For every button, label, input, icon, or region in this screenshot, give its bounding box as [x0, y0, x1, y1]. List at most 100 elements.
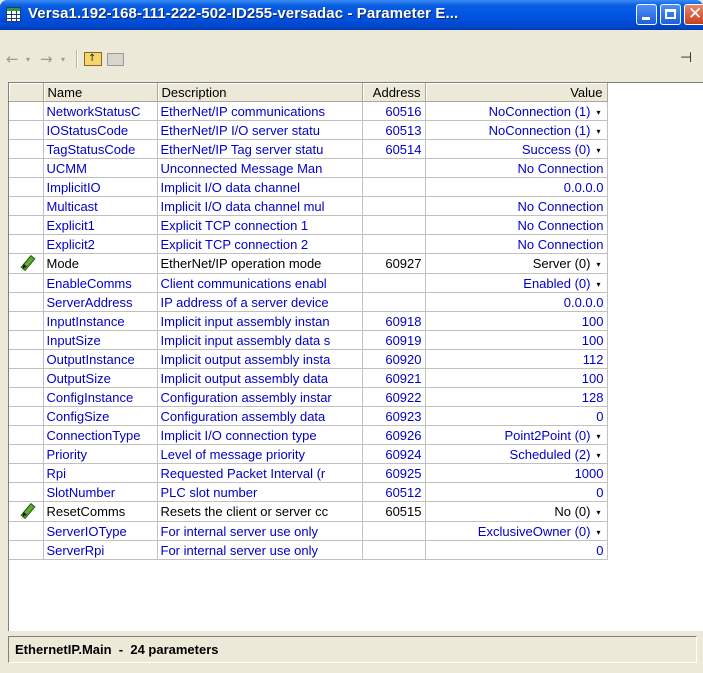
- row-value-text[interactable]: No Connection: [518, 237, 604, 252]
- row-value-text[interactable]: 0: [596, 485, 603, 500]
- row-value-text[interactable]: 0: [596, 543, 603, 558]
- row-address[interactable]: [362, 177, 426, 197]
- row-description[interactable]: Level of message priority: [157, 444, 363, 464]
- table-row[interactable]: OutputInstance Implicit output assembly i…: [9, 349, 608, 369]
- forward-arrow-icon[interactable]: →: [40, 50, 53, 68]
- row-address[interactable]: [362, 158, 426, 178]
- row-description[interactable]: Implicit output assembly insta: [157, 349, 363, 369]
- row-description[interactable]: Resets the client or server cc: [157, 501, 363, 522]
- row-description[interactable]: Explicit TCP connection 2: [157, 234, 363, 254]
- row-name[interactable]: NetworkStatusC: [43, 101, 158, 121]
- row-value[interactable]: 0.0.0.0: [425, 292, 608, 312]
- row-address[interactable]: [362, 215, 426, 235]
- table-row[interactable]: ResetComms Resets the client or server cc…: [9, 501, 608, 522]
- table-row[interactable]: NetworkStatusC EtherNet/IP communications…: [9, 101, 608, 121]
- row-value[interactable]: 0: [425, 540, 608, 560]
- row-address[interactable]: 60515: [362, 501, 426, 522]
- row-value-text[interactable]: Success (0): [522, 142, 591, 157]
- row-value[interactable]: No Connection: [425, 234, 608, 254]
- table-row[interactable]: IOStatusCode EtherNet/IP I/O server statu…: [9, 120, 608, 140]
- row-address[interactable]: 60922: [362, 387, 426, 407]
- row-name[interactable]: Priority: [43, 444, 158, 464]
- row-address[interactable]: 60516: [362, 101, 426, 121]
- row-address[interactable]: [362, 234, 426, 254]
- row-value[interactable]: Enabled (0) ▾: [425, 273, 608, 293]
- row-name[interactable]: OutputInstance: [43, 349, 158, 369]
- row-address[interactable]: [362, 540, 426, 560]
- title-bar[interactable]: Versa1.192-168-111-222-502-ID255-versada…: [0, 0, 703, 30]
- row-name[interactable]: UCMM: [43, 158, 158, 178]
- row-description[interactable]: EtherNet/IP I/O server statu: [157, 120, 363, 140]
- row-description[interactable]: For internal server use only: [157, 540, 363, 560]
- row-description[interactable]: Implicit input assembly data s: [157, 330, 363, 350]
- row-description[interactable]: IP address of a server device: [157, 292, 363, 312]
- row-address[interactable]: [362, 273, 426, 293]
- row-value[interactable]: 1000: [425, 463, 608, 483]
- table-row[interactable]: Multicast Implicit I/O data channel mul No…: [9, 196, 608, 216]
- row-address[interactable]: 60514: [362, 139, 426, 159]
- table-row[interactable]: InputInstance Implicit input assembly ins…: [9, 311, 608, 331]
- back-dropdown-icon[interactable]: ▾: [26, 55, 30, 64]
- row-address[interactable]: 60926: [362, 425, 426, 445]
- row-address[interactable]: 60513: [362, 120, 426, 140]
- chevron-down-icon[interactable]: ▾: [594, 260, 604, 269]
- row-description[interactable]: Client communications enabl: [157, 273, 363, 293]
- chevron-down-icon[interactable]: ▾: [594, 508, 604, 517]
- row-description[interactable]: Configuration assembly instar: [157, 387, 363, 407]
- chevron-down-icon[interactable]: ▾: [594, 127, 604, 136]
- row-value-text[interactable]: 100: [582, 371, 604, 386]
- row-name[interactable]: InputSize: [43, 330, 158, 350]
- row-description[interactable]: For internal server use only: [157, 521, 363, 541]
- row-value[interactable]: No (0) ▾: [425, 501, 608, 522]
- row-value-text[interactable]: No Connection: [518, 199, 604, 214]
- row-name[interactable]: Multicast: [43, 196, 158, 216]
- row-value[interactable]: 112: [425, 349, 608, 369]
- row-address[interactable]: 60927: [362, 253, 426, 274]
- row-name[interactable]: EnableComms: [43, 273, 158, 293]
- row-value[interactable]: No Connection: [425, 196, 608, 216]
- header-description[interactable]: Description: [157, 83, 363, 102]
- row-value[interactable]: 100: [425, 330, 608, 350]
- row-value-text[interactable]: Scheduled (2): [510, 447, 591, 462]
- row-name[interactable]: ConfigInstance: [43, 387, 158, 407]
- table-row[interactable]: OutputSize Implicit output assembly data 6…: [9, 368, 608, 388]
- row-description[interactable]: Implicit output assembly data: [157, 368, 363, 388]
- table-row[interactable]: ServerRpi For internal server use only 0: [9, 540, 608, 560]
- table-row[interactable]: ServerIOType For internal server use only…: [9, 521, 608, 541]
- row-value-text[interactable]: Point2Point (0): [505, 428, 591, 443]
- table-row[interactable]: Mode EtherNet/IP operation mode 60927 Serve…: [9, 253, 608, 274]
- row-name[interactable]: Rpi: [43, 463, 158, 483]
- row-address[interactable]: 60920: [362, 349, 426, 369]
- row-value-text[interactable]: Server (0): [533, 256, 591, 271]
- row-value[interactable]: No Connection: [425, 158, 608, 178]
- row-value[interactable]: Scheduled (2) ▾: [425, 444, 608, 464]
- table-row[interactable]: Explicit2 Explicit TCP connection 2 No Con…: [9, 234, 608, 254]
- row-value[interactable]: 0: [425, 482, 608, 502]
- minimize-button[interactable]: [636, 4, 657, 25]
- pin-icon[interactable]: ⊣: [680, 50, 692, 66]
- row-description[interactable]: Configuration assembly data: [157, 406, 363, 426]
- row-address[interactable]: 60923: [362, 406, 426, 426]
- row-address[interactable]: 60925: [362, 463, 426, 483]
- row-description[interactable]: EtherNet/IP communications: [157, 101, 363, 121]
- folder-up-icon[interactable]: ↑: [84, 52, 102, 66]
- row-value-text[interactable]: 128: [582, 390, 604, 405]
- table-row[interactable]: ServerAddress IP address of a server devi…: [9, 292, 608, 312]
- row-address[interactable]: [362, 196, 426, 216]
- row-value[interactable]: NoConnection (1) ▾: [425, 101, 608, 121]
- row-name[interactable]: OutputSize: [43, 368, 158, 388]
- row-description[interactable]: PLC slot number: [157, 482, 363, 502]
- row-value-text[interactable]: 100: [582, 314, 604, 329]
- row-name[interactable]: ServerRpi: [43, 540, 158, 560]
- row-name[interactable]: ServerIOType: [43, 521, 158, 541]
- row-description[interactable]: EtherNet/IP Tag server statu: [157, 139, 363, 159]
- row-value-text[interactable]: No Connection: [518, 218, 604, 233]
- row-name[interactable]: Explicit1: [43, 215, 158, 235]
- chevron-down-icon[interactable]: ▾: [594, 451, 604, 460]
- table-row[interactable]: Priority Level of message priority 60924 Sc…: [9, 444, 608, 464]
- row-value[interactable]: ExclusiveOwner (0) ▾: [425, 521, 608, 541]
- row-value-text[interactable]: ExclusiveOwner (0): [478, 524, 591, 539]
- row-value-text[interactable]: 112: [583, 352, 604, 367]
- row-value[interactable]: 128: [425, 387, 608, 407]
- row-address[interactable]: [362, 292, 426, 312]
